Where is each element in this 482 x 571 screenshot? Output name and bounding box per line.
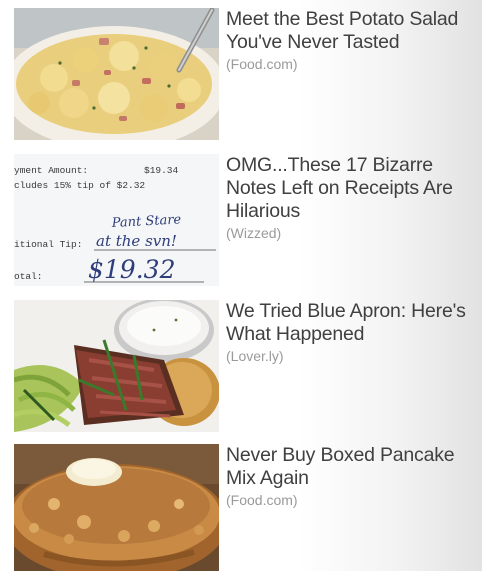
receipt-total-label: otal: (14, 271, 43, 282)
feed-item-text: OMG...These 17 Bizarre Notes Left on Rec… (226, 154, 472, 242)
feed-item-headline[interactable]: We Tried Blue Apron: Here's What Happene… (226, 300, 472, 346)
feed-item-thumbnail[interactable] (14, 300, 219, 432)
feed-item-headline[interactable]: Meet the Best Potato Salad You've Never … (226, 8, 472, 54)
feed-item-text: Meet the Best Potato Salad You've Never … (226, 8, 472, 73)
steak-dinner-photo-icon (14, 300, 219, 432)
receipt-handwriting2: at the svn! (96, 232, 177, 250)
receipt-tip-label: itional Tip: (14, 239, 82, 250)
feed-item-source: (Food.com) (226, 492, 298, 508)
feed-item-thumbnail[interactable] (14, 8, 219, 140)
feed-item-thumbnail[interactable]: yment Amount: $19.34 cludes 15% tip of $… (14, 154, 219, 286)
feed-item-headline[interactable]: Never Buy Boxed Pancake Mix Again (226, 444, 472, 490)
feed-item-thumbnail[interactable] (14, 444, 219, 571)
receipt-line2: cludes 15% tip of $2.32 (14, 180, 145, 191)
feed-item-text: Never Buy Boxed Pancake Mix Again (Food.… (226, 444, 472, 509)
feed-item-pancake[interactable]: Never Buy Boxed Pancake Mix Again (Food.… (14, 444, 474, 571)
feed-item-source: (Wizzed) (226, 225, 282, 241)
pancake-photo-icon (14, 444, 219, 571)
feed-item-receipts[interactable]: yment Amount: $19.34 cludes 15% tip of $… (14, 154, 474, 286)
receipt-line1-label: yment Amount: (14, 165, 88, 176)
receipt-line1-value: $19.34 (144, 165, 179, 176)
feed-item-blue-apron[interactable]: We Tried Blue Apron: Here's What Happene… (14, 300, 474, 432)
feed-item-potato-salad[interactable]: Meet the Best Potato Salad You've Never … (14, 8, 474, 140)
feed-item-source: (Food.com) (226, 56, 298, 72)
receipt-photo-icon: yment Amount: $19.34 cludes 15% tip of $… (14, 154, 219, 286)
feed-item-headline[interactable]: OMG...These 17 Bizarre Notes Left on Rec… (226, 154, 472, 223)
receipt-total-value: $19.32 (88, 255, 175, 284)
feed-item-text: We Tried Blue Apron: Here's What Happene… (226, 300, 472, 365)
feed-item-source: (Lover.ly) (226, 348, 284, 364)
potato-salad-photo-icon (14, 8, 219, 140)
